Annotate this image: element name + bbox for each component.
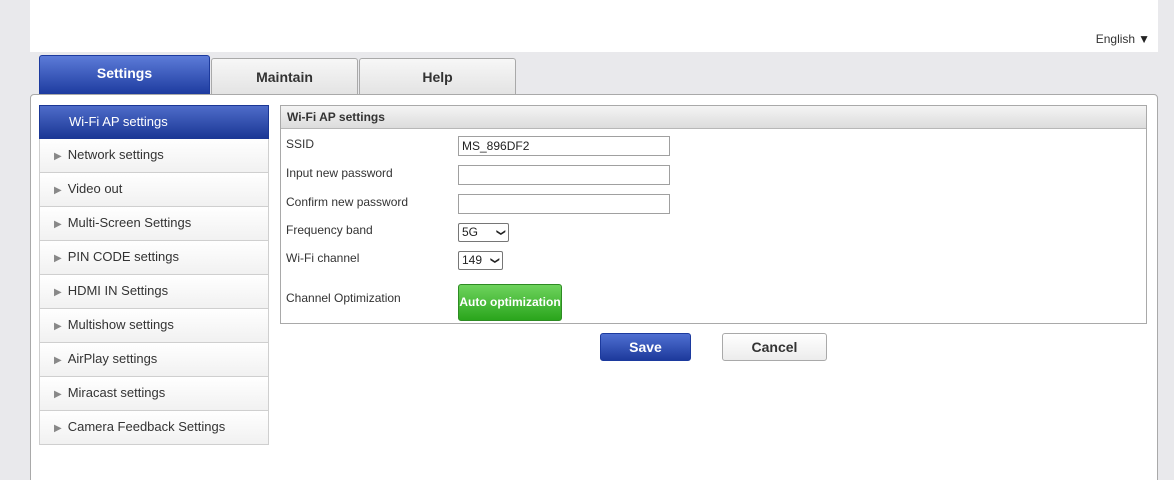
new-password-label: Input new password xyxy=(286,166,393,180)
frequency-band-select[interactable]: 5G ❯ xyxy=(458,223,509,242)
new-password-input[interactable] xyxy=(458,165,670,185)
tab-settings[interactable]: Settings xyxy=(39,55,210,95)
sidebar-item-video-out[interactable]: ▶ Video out xyxy=(39,173,269,207)
ssid-label: SSID xyxy=(286,137,315,151)
sidebar-item-label: Network settings xyxy=(67,147,164,162)
confirm-password-input[interactable] xyxy=(458,194,670,214)
cancel-button[interactable]: Cancel xyxy=(722,333,827,361)
save-button[interactable]: Save xyxy=(600,333,691,361)
sidebar-item-label: Multishow settings xyxy=(67,317,174,332)
triangle-right-icon: ▶ xyxy=(54,253,62,264)
sidebar-item-label: Miracast settings xyxy=(67,385,166,400)
confirm-password-label: Confirm new password xyxy=(286,195,409,209)
sidebar-item-wifi-ap[interactable]: Wi-Fi AP settings xyxy=(39,105,269,139)
sidebar-item-label: Wi-Fi AP settings xyxy=(69,114,168,129)
sidebar-item-label: Camera Feedback Settings xyxy=(67,419,226,434)
triangle-right-icon: ▶ xyxy=(54,287,62,298)
sidebar-item-airplay[interactable]: ▶ AirPlay settings xyxy=(39,343,269,377)
language-label: English xyxy=(1095,32,1136,46)
sidebar-item-label: PIN CODE settings xyxy=(67,249,179,264)
wifi-channel-select[interactable]: 149 ❯ xyxy=(458,251,503,270)
triangle-right-icon: ▶ xyxy=(54,355,62,366)
sidebar: Wi-Fi AP settings ▶ Network settings ▶ Vid… xyxy=(39,105,269,445)
tab-help[interactable]: Help xyxy=(359,58,516,95)
wifi-channel-value: 149 xyxy=(462,253,483,267)
tab-maintain[interactable]: Maintain xyxy=(211,58,358,95)
channel-optimization-label: Channel Optimization xyxy=(286,291,401,305)
triangle-right-icon: ▶ xyxy=(54,423,62,434)
form-title: Wi-Fi AP settings xyxy=(281,106,1146,129)
caret-down-icon: ▼ xyxy=(1138,32,1150,46)
wifi-channel-label: Wi-Fi channel xyxy=(286,251,360,265)
sidebar-item-multi-screen[interactable]: ▶ Multi-Screen Settings xyxy=(39,207,269,241)
sidebar-item-network[interactable]: ▶ Network settings xyxy=(39,139,269,173)
auto-optimization-button[interactable]: Auto optimization xyxy=(458,284,562,321)
top-bar: English ▼ xyxy=(30,0,1158,52)
chevron-down-icon: ❯ xyxy=(496,228,507,237)
triangle-right-icon: ▶ xyxy=(54,219,62,230)
sidebar-item-label: Multi-Screen Settings xyxy=(67,215,192,230)
sidebar-item-miracast[interactable]: ▶ Miracast settings xyxy=(39,377,269,411)
ssid-input[interactable] xyxy=(458,136,670,156)
sidebar-item-multishow[interactable]: ▶ Multishow settings xyxy=(39,309,269,343)
triangle-right-icon: ▶ xyxy=(54,321,62,332)
sidebar-item-label: AirPlay settings xyxy=(67,351,158,366)
wifi-ap-form: Wi-Fi AP settings SSID Input new passwor… xyxy=(280,105,1147,324)
language-selector[interactable]: English ▼ xyxy=(1096,32,1150,46)
triangle-right-icon: ▶ xyxy=(54,185,62,196)
sidebar-item-label: Video out xyxy=(67,181,123,196)
sidebar-item-camera-feedback[interactable]: ▶ Camera Feedback Settings xyxy=(39,411,269,445)
chevron-down-icon: ❯ xyxy=(490,256,501,265)
triangle-right-icon: ▶ xyxy=(54,151,62,162)
sidebar-item-pin-code[interactable]: ▶ PIN CODE settings xyxy=(39,241,269,275)
sidebar-item-label: HDMI IN Settings xyxy=(67,283,169,298)
triangle-right-icon: ▶ xyxy=(54,389,62,400)
frequency-band-label: Frequency band xyxy=(286,223,373,237)
sidebar-item-hdmi-in[interactable]: ▶ HDMI IN Settings xyxy=(39,275,269,309)
frequency-band-value: 5G xyxy=(462,225,479,239)
